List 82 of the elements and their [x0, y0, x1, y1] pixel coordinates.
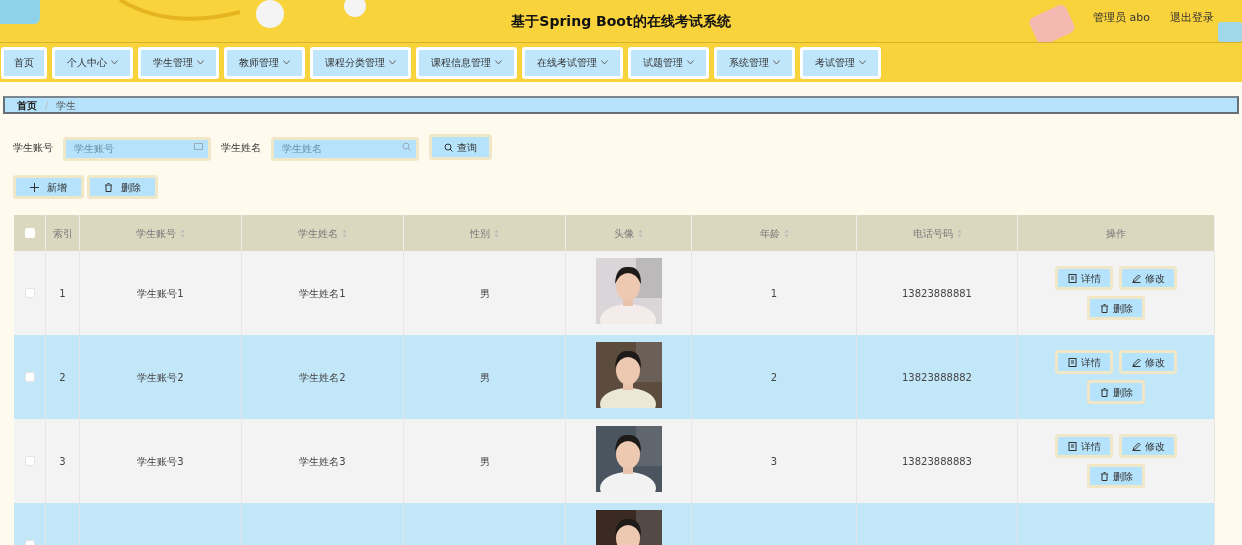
chevron-down-icon: [197, 60, 204, 65]
chevron-down-icon: [111, 60, 118, 65]
table-cell-text: 学生姓名1: [299, 286, 346, 301]
detail-button[interactable]: 详情: [1055, 266, 1113, 290]
add-button[interactable]: 新增: [13, 175, 84, 199]
table-cell-text: 学生姓名3: [299, 454, 346, 469]
nav-item[interactable]: 系统管理: [714, 46, 795, 79]
nav-item[interactable]: 课程信息管理: [416, 46, 517, 79]
chevron-down-icon: [389, 60, 396, 65]
table-cell-text: 学生账号2: [137, 370, 184, 385]
table-cell-text: 13823888883: [902, 454, 972, 469]
nav-item[interactable]: 学生管理: [138, 46, 219, 79]
nav-item[interactable]: 在线考试管理: [522, 46, 623, 79]
trash-icon: [1099, 471, 1109, 481]
delete-button[interactable]: 删除: [1087, 380, 1145, 404]
table-row[interactable]: 1 学生账号1 学生姓名1 男 1 13823888881 详情 修改 删除: [14, 251, 1215, 335]
row-checkbox[interactable]: [24, 288, 35, 298]
table-cell-text: 男: [479, 370, 490, 385]
breadcrumb-item: 学生: [56, 98, 77, 113]
nav-item[interactable]: 首页: [1, 46, 47, 79]
table-row[interactable]: 3 学生账号3 学生姓名3 男 3 13823888883 详情 修改 删除: [14, 419, 1215, 503]
table-cell-text: 2: [59, 370, 66, 385]
nav-item[interactable]: 课程分类管理: [310, 46, 411, 79]
chevron-down-icon: [283, 60, 290, 65]
detail-button[interactable]: 详情: [1055, 350, 1113, 374]
select-all-checkbox[interactable]: [24, 228, 35, 238]
search-field[interactable]: 学生账号: [63, 136, 211, 161]
chevron-down-icon: [495, 60, 502, 65]
table-cell-text: 1: [770, 286, 778, 301]
trash-icon: [104, 182, 113, 192]
table-cell-text: 3: [59, 454, 66, 469]
pencil-icon: [1131, 441, 1141, 451]
table-cell-text: 2: [770, 370, 778, 385]
edit-button[interactable]: 修改: [1119, 434, 1177, 458]
table-cell-text: 男: [479, 286, 490, 301]
nav-item[interactable]: 试题管理: [628, 46, 709, 79]
field-label: 学生姓名: [221, 140, 261, 155]
detail-button[interactable]: 详情: [1055, 434, 1113, 458]
delete-button[interactable]: 删除: [1087, 464, 1145, 488]
search-icon: [402, 142, 411, 151]
table-row[interactable]: 2 学生账号2 学生姓名2 男 2 13823888882 详情 修改 删除: [14, 335, 1215, 419]
table-cell-text: 13823888882: [902, 370, 972, 385]
plus-icon: [30, 182, 39, 192]
column-header: 索引: [52, 226, 73, 241]
search-icon: [444, 142, 453, 152]
chevron-down-icon: [601, 60, 608, 65]
logout-link[interactable]: 退出登录: [1170, 10, 1214, 27]
edit-button[interactable]: 修改: [1119, 266, 1177, 290]
nav-item[interactable]: 教师管理: [224, 46, 305, 79]
search-button[interactable]: 查询: [429, 134, 492, 160]
trash-icon: [1099, 387, 1109, 397]
row-checkbox[interactable]: [24, 372, 35, 382]
document-icon: [1067, 441, 1077, 451]
column-header: 操作: [1106, 226, 1126, 241]
chevron-down-icon: [687, 60, 694, 65]
document-icon: [1067, 357, 1077, 367]
pencil-icon: [1131, 357, 1141, 367]
row-checkbox[interactable]: [24, 456, 35, 466]
table-cell-text: 学生账号3: [137, 454, 184, 469]
delete-button[interactable]: 删除: [87, 175, 158, 199]
table-cell-text: 男: [479, 454, 490, 469]
search-field[interactable]: 学生姓名: [271, 136, 419, 161]
table-cell-text: 1: [59, 286, 66, 301]
table-cell-text: 3: [770, 454, 778, 469]
keyboard-icon: [194, 142, 203, 151]
table-cell-text: 学生账号1: [137, 286, 184, 301]
trash-icon: [1099, 303, 1109, 313]
app-title: 基于Spring Boot的在线考试系统: [511, 11, 731, 31]
table-cell-text: 学生姓名2: [299, 370, 346, 385]
breadcrumb-item[interactable]: 首页: [17, 97, 37, 113]
nav-item[interactable]: 个人中心: [52, 46, 133, 79]
table-cell-text: 13823888881: [902, 286, 972, 301]
chevron-down-icon: [859, 60, 866, 65]
breadcrumb-separator: /: [45, 98, 49, 113]
field-label: 学生账号: [13, 140, 53, 155]
edit-button[interactable]: 修改: [1119, 350, 1177, 374]
document-icon: [1067, 273, 1077, 283]
user-name: 管理员 abo: [1093, 10, 1150, 26]
pencil-icon: [1131, 273, 1141, 283]
nav-item[interactable]: 考试管理: [800, 46, 881, 79]
delete-button[interactable]: 删除: [1087, 296, 1145, 320]
chevron-down-icon: [773, 60, 780, 65]
